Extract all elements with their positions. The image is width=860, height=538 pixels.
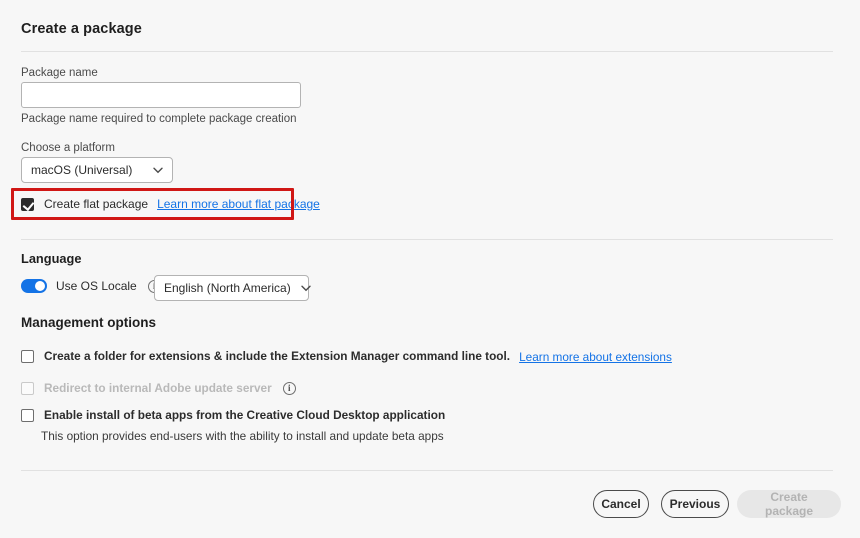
language-select[interactable]: English (North America) (154, 275, 311, 301)
redirect-update-server-checkbox (21, 382, 34, 395)
enable-beta-apps-note: This option provides end-users with the … (41, 429, 444, 443)
info-icon[interactable]: i (282, 382, 296, 395)
use-os-locale-toggle[interactable] (21, 279, 47, 293)
use-os-locale-row: Use OS Locale i (21, 279, 161, 293)
use-os-locale-label: Use OS Locale (56, 279, 137, 293)
enable-beta-apps-label: Enable install of beta apps from the Cre… (44, 408, 446, 422)
enable-beta-apps-checkbox[interactable] (21, 409, 34, 422)
create-flat-package-label: Create flat package (44, 196, 149, 211)
package-name-label: Package name (21, 67, 98, 79)
language-heading: Language (21, 251, 82, 266)
section-divider (21, 239, 833, 240)
platform-select[interactable]: macOS (Universal) (21, 157, 173, 183)
redirect-update-server-label: Redirect to internal Adobe update server (44, 381, 272, 395)
cancel-button[interactable]: Cancel (593, 490, 649, 518)
chevron-down-icon (143, 167, 163, 174)
chevron-down-icon (291, 285, 311, 292)
extensions-folder-checkbox[interactable] (21, 350, 34, 363)
footer-divider (21, 470, 833, 471)
learn-more-extensions-link[interactable]: Learn more about extensions (519, 350, 672, 364)
previous-button[interactable]: Previous (661, 490, 729, 518)
learn-more-flat-package-link[interactable]: Learn more about flat package (157, 197, 320, 211)
platform-label: Choose a platform (21, 142, 115, 154)
create-flat-package-row[interactable]: Create flat package Learn more about fla… (21, 197, 320, 211)
extensions-folder-row[interactable]: Create a folder for extensions & include… (21, 350, 672, 364)
page-title: Create a package (21, 21, 142, 37)
create-flat-package-checkbox[interactable] (21, 197, 34, 211)
header-divider (21, 51, 833, 52)
toggle-knob (35, 281, 45, 291)
management-options-heading: Management options (21, 315, 157, 330)
extensions-folder-label: Create a folder for extensions & include… (44, 349, 511, 363)
create-package-dialog: Create a package Package name Package na… (0, 0, 860, 538)
redirect-update-server-row: Redirect to internal Adobe update server… (21, 382, 296, 395)
enable-beta-apps-row[interactable]: Enable install of beta apps from the Cre… (21, 409, 445, 422)
platform-selected-value: macOS (Universal) (31, 163, 133, 177)
language-selected-value: English (North America) (164, 281, 291, 295)
create-package-button: Create package (737, 490, 841, 518)
package-name-input[interactable] (21, 82, 301, 108)
package-name-helper-text: Package name required to complete packag… (21, 113, 297, 125)
